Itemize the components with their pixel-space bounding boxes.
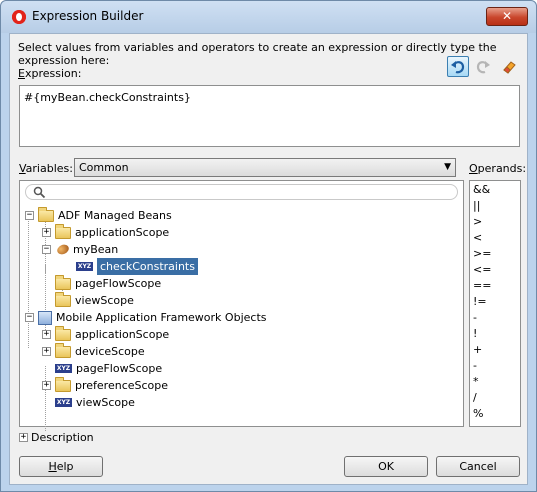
tree-item-label: pageFlowScope [75, 277, 162, 290]
tree-item-maf-application-scope[interactable]: + applicationScope [42, 325, 170, 343]
expression-label-mnemonic: E [18, 67, 25, 80]
variables-label: Variables: [19, 162, 73, 175]
tree-item-label: preferenceScope [75, 379, 169, 392]
operand-item[interactable]: / [473, 389, 477, 406]
description-label: Description [31, 431, 94, 444]
tree-search-input[interactable] [25, 184, 458, 200]
tree-item-adf-managed-beans[interactable]: − ADF Managed Beans [25, 206, 172, 224]
tree-item-label: viewScope [76, 396, 135, 409]
tree-item-preference-scope[interactable]: + preferenceScope [42, 376, 169, 394]
operand-item[interactable]: > [473, 213, 482, 230]
collapse-icon[interactable]: − [25, 313, 34, 322]
expression-builder-dialog: Expression Builder ✕ Select values from … [0, 0, 537, 492]
window-title: Expression Builder [32, 9, 144, 23]
xyz-icon: XYZ [55, 398, 72, 407]
tree-item-application-scope[interactable]: + applicationScope [42, 223, 170, 241]
dropdown-arrow-icon: ▼ [444, 162, 451, 172]
operand-item[interactable]: ! [473, 325, 477, 342]
ok-button[interactable]: OK [344, 456, 428, 477]
oracle-app-icon [12, 10, 26, 24]
folder-icon [55, 291, 71, 307]
undo-button[interactable] [447, 56, 469, 77]
tree-item-label: applicationScope [75, 226, 170, 239]
operand-item[interactable]: - [473, 309, 477, 326]
dialog-body: Select values from variables and operato… [9, 33, 528, 485]
folder-icon [38, 206, 54, 222]
cancel-button[interactable]: Cancel [436, 456, 520, 477]
variables-label-mnemonic: V [19, 162, 26, 175]
variables-label-rest: ariables: [25, 162, 73, 175]
variables-tree: − ADF Managed Beans + applicationScope −… [19, 180, 464, 431]
tree-item-label: myBean [73, 243, 119, 256]
tree-item-maf-objects[interactable]: − Mobile Application Framework Objects [25, 309, 266, 326]
redo-icon [476, 60, 490, 73]
tree-connector [28, 214, 29, 348]
folder-icon [55, 342, 71, 358]
tree-item-device-scope[interactable]: + deviceScope [42, 342, 145, 360]
tree-item-check-constraints[interactable]: XYZ checkConstraints [76, 258, 198, 275]
expand-icon[interactable]: + [42, 347, 51, 356]
description-section[interactable]: + Description [19, 431, 94, 444]
operands-list: && || > < >= <= == != - ! + - * / % [469, 180, 521, 427]
folder-icon [55, 223, 71, 239]
tree-item-view-scope[interactable]: viewScope [55, 291, 134, 309]
folder-icon [55, 274, 71, 290]
tree-item-maf-page-flow-scope[interactable]: XYZ pageFlowScope [55, 360, 162, 377]
undo-icon [451, 60, 465, 73]
tree-item-label: Mobile Application Framework Objects [56, 311, 267, 324]
tree-item-label-selected: checkConstraints [97, 258, 198, 275]
operand-item[interactable]: * [473, 373, 479, 390]
help-button[interactable]: Help [19, 456, 103, 477]
operand-item[interactable]: - [473, 357, 477, 374]
help-mnemonic: H [48, 460, 57, 473]
expand-icon[interactable]: + [42, 228, 51, 237]
variables-selected-value: Common [79, 161, 129, 174]
collapse-icon[interactable]: − [25, 211, 34, 220]
search-icon [33, 186, 46, 199]
title-bar: Expression Builder ✕ [1, 1, 536, 33]
operand-item[interactable]: == [473, 277, 491, 294]
operand-item[interactable]: + [473, 341, 482, 358]
help-label-rest: elp [56, 460, 74, 473]
tree-item-my-bean[interactable]: − myBean [42, 241, 118, 258]
clear-button[interactable] [498, 56, 520, 77]
tree-item-label: deviceScope [75, 345, 145, 358]
operand-item[interactable]: || [473, 197, 480, 214]
operands-label-rest: perands: [477, 162, 527, 175]
tree-item-label: applicationScope [75, 328, 170, 341]
xyz-icon: XYZ [76, 262, 93, 271]
folder-icon [55, 376, 71, 392]
operand-item[interactable]: % [473, 405, 483, 422]
collapse-icon[interactable]: − [42, 245, 51, 254]
bean-icon [55, 242, 71, 257]
tree-item-label: pageFlowScope [76, 362, 163, 375]
maf-objects-icon [38, 310, 52, 325]
close-button[interactable]: ✕ [486, 7, 528, 26]
operand-item[interactable]: != [473, 293, 487, 310]
tree-connector [45, 366, 46, 431]
operand-item[interactable]: && [473, 181, 490, 198]
tree-item-label: viewScope [75, 294, 134, 307]
operand-item[interactable]: <= [473, 261, 491, 278]
operands-label-mnemonic: O [469, 162, 478, 175]
expand-icon[interactable]: + [42, 381, 51, 390]
expression-textarea[interactable]: #{myBean.checkConstraints} [19, 85, 520, 147]
folder-icon [55, 325, 71, 341]
tree-item-label: ADF Managed Beans [58, 209, 172, 222]
tree-item-maf-view-scope[interactable]: XYZ viewScope [55, 394, 135, 411]
eraser-icon [503, 60, 516, 74]
operand-item[interactable]: >= [473, 245, 491, 262]
expression-label: Expression: [18, 67, 81, 80]
variables-select[interactable]: Common ▼ [74, 158, 456, 177]
operands-label: Operands: [469, 162, 526, 175]
xyz-icon: XYZ [55, 364, 72, 373]
operand-item[interactable]: < [473, 229, 482, 246]
tree-item-page-flow-scope[interactable]: pageFlowScope [55, 274, 162, 292]
redo-button[interactable] [472, 56, 494, 77]
expand-icon[interactable]: + [19, 433, 28, 442]
expand-icon[interactable]: + [42, 330, 51, 339]
expression-label-rest: xpression: [24, 67, 82, 80]
